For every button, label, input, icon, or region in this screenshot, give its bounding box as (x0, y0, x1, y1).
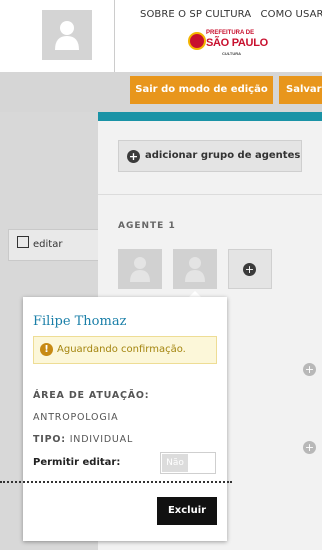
edit-button-label: editar (33, 239, 63, 250)
edit-icon (17, 236, 29, 248)
dotted-divider (0, 481, 232, 483)
logo-line1: PREFEITURA DE (206, 30, 255, 36)
pending-alert-text: Aguardando confirmação. (57, 344, 186, 355)
plus-circle-icon[interactable]: + (303, 441, 316, 454)
add-group-label: adicionar grupo de agentes (145, 150, 301, 161)
tab-indicator-bar (98, 112, 322, 121)
area-label: ÁREA DE ATUAÇÃO: (33, 390, 150, 401)
delete-button[interactable]: Excluir (157, 497, 217, 525)
user-avatar-icon (130, 257, 150, 282)
permitir-editar-label: Permitir editar: (33, 457, 121, 468)
toggle-state: Não (162, 454, 188, 472)
agent-name-link[interactable]: Filipe Thomaz (33, 314, 126, 329)
exit-edit-mode-button[interactable]: Sair do modo de edição (130, 76, 273, 104)
nav-link-como-usar[interactable]: COMO USAR (261, 9, 322, 20)
section-divider (98, 194, 322, 195)
city-seal-icon (188, 32, 206, 50)
area-value: ANTROPOLOGIA (33, 412, 119, 423)
plus-circle-icon[interactable]: + (303, 363, 316, 376)
plus-circle-icon: + (243, 263, 256, 276)
top-nav: SOBRE O SP CULTURA COMO USAR (140, 9, 322, 20)
tipo-label: TIPO: (33, 434, 66, 445)
add-agent-button[interactable]: + (228, 249, 272, 289)
site-header: SOBRE O SP CULTURA COMO USAR PREFEITURA … (0, 0, 322, 73)
warning-icon: ! (40, 343, 53, 356)
user-avatar-icon (185, 257, 205, 282)
agent-avatar-slot-selected[interactable] (173, 249, 217, 289)
pending-alert: ! Aguardando confirmação. (33, 336, 217, 364)
permitir-editar-toggle[interactable]: Não (160, 452, 216, 474)
nav-link-sobre[interactable]: SOBRE O SP CULTURA (140, 9, 251, 20)
plus-circle-icon: + (127, 150, 140, 163)
prefeitura-logo[interactable]: PREFEITURA DE SÃO PAULO CULTURA (180, 28, 280, 64)
edit-button[interactable]: editar (8, 229, 100, 261)
tipo-value: INDIVIDUAL (69, 434, 134, 445)
logo-line3: CULTURA (222, 51, 242, 56)
header-divider (114, 0, 115, 72)
user-avatar-icon (55, 21, 79, 50)
logo-line2: SÃO PAULO (206, 37, 268, 49)
add-agent-group-button[interactable]: + adicionar grupo de agentes (118, 140, 302, 172)
agent-avatar-slot[interactable] (118, 249, 162, 289)
user-avatar[interactable] (42, 10, 92, 60)
group-title: AGENTE 1 (118, 221, 176, 231)
tipo-row: TIPO: INDIVIDUAL (33, 434, 133, 445)
save-button[interactable]: Salvar (279, 76, 322, 104)
